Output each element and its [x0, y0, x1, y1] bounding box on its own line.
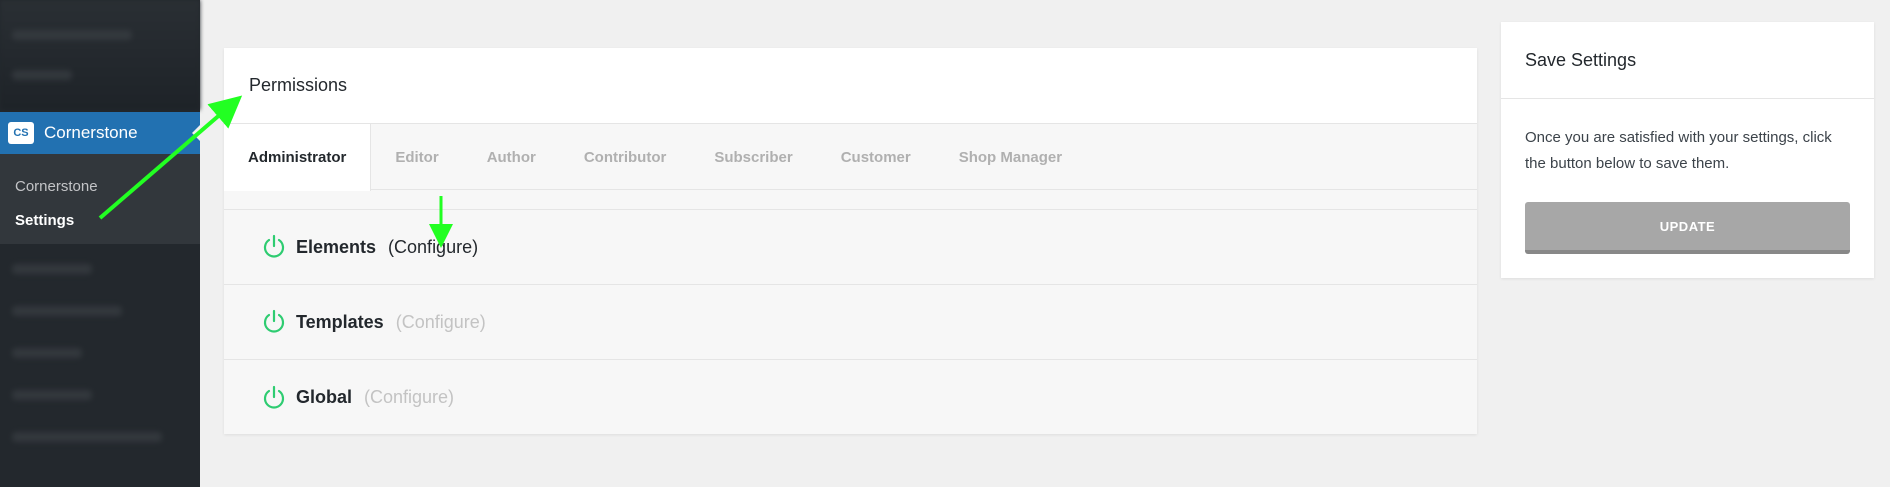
tab-author[interactable]: Author: [463, 124, 560, 190]
admin-sidebar: CS Cornerstone Cornerstone Settings: [0, 0, 200, 487]
permission-name: Elements: [296, 236, 377, 257]
tab-contributor[interactable]: Contributor: [560, 124, 690, 190]
sidebar-blurred-item: [12, 390, 92, 400]
submenu-item-settings[interactable]: Settings: [0, 206, 200, 240]
sidebar-item-label: Cornerstone: [44, 123, 138, 142]
submenu-item-cornerstone[interactable]: Cornerstone: [0, 172, 200, 206]
configure-link[interactable]: (Configure): [388, 237, 478, 258]
sidebar-blurred-menu: [0, 0, 200, 110]
power-toggle-icon[interactable]: [262, 309, 286, 335]
permission-row-elements: Elements (Configure): [224, 210, 1477, 285]
sidebar-lower-menu: [0, 244, 200, 487]
permission-name: Global: [296, 387, 353, 407]
save-settings-box: Save Settings Once you are satisfied wit…: [1501, 22, 1874, 278]
tab-subscriber[interactable]: Subscriber: [690, 124, 816, 190]
sidebar-blurred-item: [12, 306, 122, 316]
sidebar-blurred-item: [12, 348, 82, 358]
tabs-spacer: [224, 190, 1477, 210]
tab-shop-manager[interactable]: Shop Manager: [935, 124, 1086, 190]
tab-administrator[interactable]: Administrator: [224, 124, 372, 191]
tab-editor[interactable]: Editor: [371, 124, 462, 190]
save-settings-header: Save Settings: [1501, 22, 1874, 99]
tab-customer[interactable]: Customer: [817, 124, 935, 190]
permissions-panel: Permissions Administrator Editor Author …: [224, 48, 1477, 434]
configure-link[interactable]: (Configure): [364, 387, 454, 408]
power-toggle-icon[interactable]: [262, 385, 286, 411]
permission-row-global: Global (Configure): [224, 360, 1477, 435]
cornerstone-logo-icon: CS: [8, 122, 34, 144]
configure-link[interactable]: (Configure): [396, 312, 486, 333]
sidebar-blurred-item: [12, 70, 72, 80]
permission-name: Templates: [296, 311, 384, 332]
power-toggle-icon[interactable]: [262, 234, 286, 260]
sidebar-blurred-item: [12, 264, 92, 274]
update-button[interactable]: UPDATE: [1525, 202, 1850, 254]
panel-header: Permissions: [224, 48, 1477, 124]
save-settings-description: Once you are satisfied with your setting…: [1525, 129, 1832, 172]
sidebar-item-cornerstone[interactable]: CS Cornerstone: [0, 112, 200, 154]
panel-title: Permissions: [249, 75, 348, 95]
permission-row-templates: Templates (Configure): [224, 285, 1477, 360]
sidebar-blurred-item: [12, 432, 162, 442]
sidebar-blurred-item: [12, 30, 132, 40]
sidebar-submenu: Cornerstone Settings: [0, 154, 200, 244]
save-settings-title: Save Settings: [1525, 49, 1637, 70]
role-tabs: Administrator Editor Author Contributor …: [224, 124, 1477, 191]
